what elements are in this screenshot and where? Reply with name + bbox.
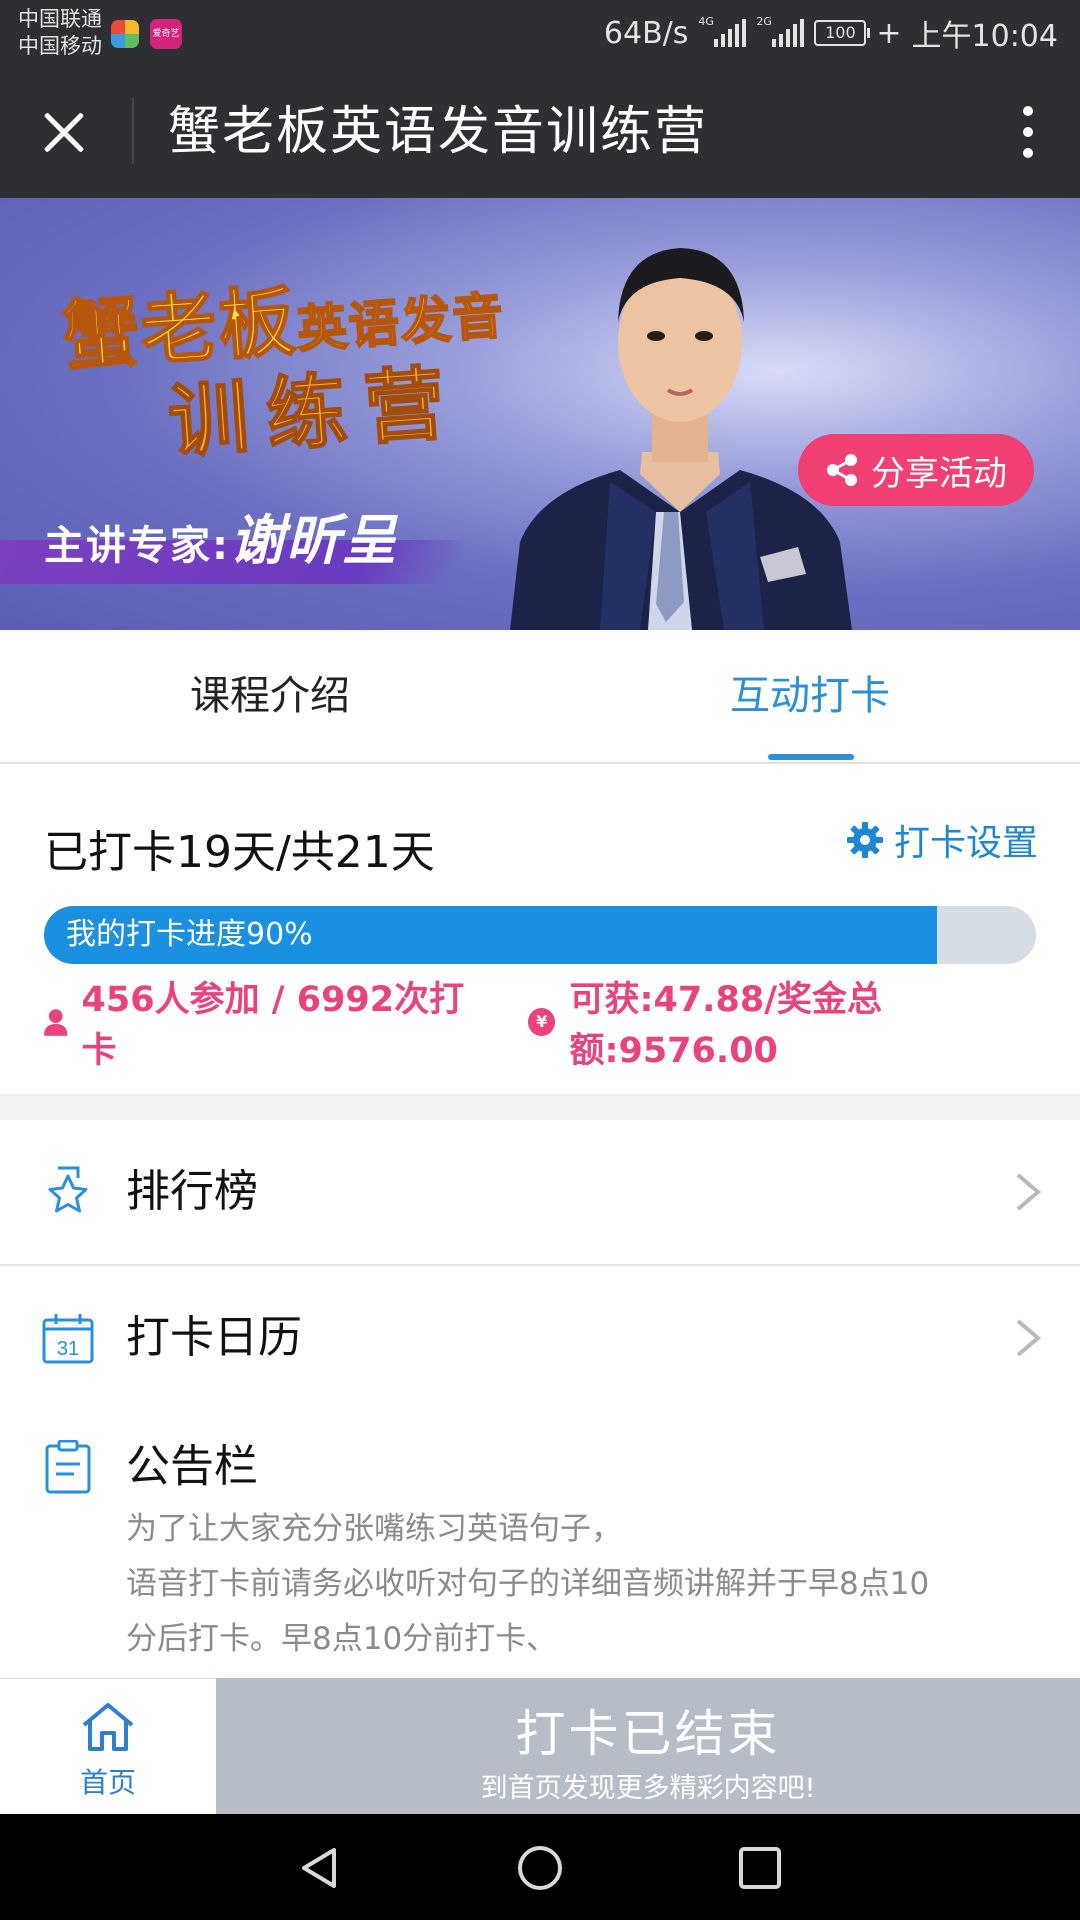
system-nav-bar <box>0 1814 1080 1920</box>
banner-expert: 主讲专家:谢昕呈 <box>44 508 398 572</box>
title-bar: 蟹老板英语发音训练营 <box>0 66 1080 198</box>
home-icon <box>82 1703 134 1751</box>
checkin-stats: 456人参加 / 6992次打卡 ¥ 可获:47.88/奖金总额:9576.00 <box>44 980 1080 1071</box>
person-icon <box>44 1009 68 1036</box>
clipboard-icon <box>45 1440 91 1494</box>
more-options-icon[interactable] <box>1010 104 1046 160</box>
charging-plus-icon: + <box>876 15 902 51</box>
battery-icon: 100 <box>814 20 871 46</box>
title-divider <box>132 98 134 164</box>
checkin-ended-subtitle: 到首页发现更多精彩内容吧! <box>480 1773 816 1804</box>
clock: 上午10:04 <box>911 19 1058 54</box>
home-button[interactable]: 首页 <box>0 1678 216 1815</box>
progress-label: 我的打卡进度90% <box>66 917 313 952</box>
coin-icon: ¥ <box>528 1008 556 1036</box>
net-speed: 64B/s <box>603 15 689 51</box>
bonus-stat: ¥ 可获:47.88/奖金总额:9576.00 <box>528 971 1080 1073</box>
checkin-settings-button[interactable]: 打卡设置 <box>846 814 1038 866</box>
notice-line: 为了让大家充分张嘴练习英语句子， <box>126 1511 622 1547</box>
close-icon[interactable] <box>36 104 92 160</box>
checkin-progress-bar: 我的打卡进度90% <box>44 906 1036 964</box>
gear-icon <box>846 822 883 858</box>
bottom-bar: 首页 打卡已结束 到首页发现更多精彩内容吧! <box>0 1678 1080 1815</box>
carrier-names: 中国联通 中国移动 <box>18 6 102 60</box>
share-activity-button[interactable]: 分享活动 <box>798 434 1034 506</box>
banner-title-line2: 训练营 <box>165 355 467 470</box>
home-circle-icon[interactable] <box>516 1844 564 1892</box>
carrier-1: 中国联通 <box>18 7 102 31</box>
status-right: 64B/s 4G 2G 100 + 上午10:04 <box>604 10 1058 56</box>
page-title: 蟹老板英语发音训练营 <box>168 102 709 162</box>
participants-stat: 456人参加 / 6992次打卡 <box>44 971 491 1073</box>
signal-2g-icon: 2G <box>756 15 805 47</box>
checkin-calendar-label: 打卡日历 <box>126 1312 302 1363</box>
checkin-days-count: 已打卡19天/共21天 <box>44 827 435 878</box>
instructor-portrait-image <box>510 248 852 630</box>
checkin-ended-title: 打卡已结束 <box>515 1705 781 1763</box>
share-icon <box>827 454 857 486</box>
status-bar: 中国联通 中国移动 爱奇艺 64B/s 4G 2G 100 + 上午10:04 <box>0 0 1080 66</box>
calendar-icon-number: 31 <box>57 1338 79 1360</box>
recent-apps-icon[interactable] <box>736 1844 784 1892</box>
carrier-2: 中国移动 <box>18 34 102 58</box>
checkin-calendar-row[interactable]: 31 打卡日历 <box>0 1266 1080 1412</box>
course-banner: 蟹老板英语发音 训练营 主讲专家:谢昕呈 分享活动 <box>0 198 1080 630</box>
chevron-right-icon <box>1016 1173 1042 1211</box>
active-tab-indicator <box>768 754 854 760</box>
notice-body: 为了让大家充分张嘴练习英语句子， 语音打卡前请务必收听对句子的详细音频讲解并于早… <box>126 1502 1006 1667</box>
back-icon[interactable] <box>296 1844 344 1892</box>
checkin-summary: 已打卡19天/共21天 打卡设置 我的打卡进度90% 456人参加 / 6992… <box>0 764 1080 1094</box>
notice-line: 语音打卡前请务必收听对句子的详细音频讲解并于早8点10 <box>126 1566 930 1602</box>
notice-title: 公告栏 <box>126 1441 258 1492</box>
signal-4g-icon: 4G <box>698 15 747 47</box>
notice-line: 分后打卡。早8点10分前打卡、 <box>126 1621 558 1657</box>
chevron-right-icon <box>1016 1319 1042 1357</box>
tab-course-intro[interactable]: 课程介绍 <box>0 630 540 762</box>
section-separator <box>0 1094 1080 1120</box>
checkin-ended-button[interactable]: 打卡已结束 到首页发现更多精彩内容吧! <box>216 1678 1080 1814</box>
aiqiyi-badge-icon: 爱奇艺 <box>150 19 182 49</box>
leaderboard-row[interactable]: 排行榜 <box>0 1120 1080 1266</box>
app-notification-icon <box>111 20 139 48</box>
tab-bar: 课程介绍 互动打卡 <box>0 630 1080 764</box>
calendar-icon: 31 <box>42 1314 94 1364</box>
star-bookmark-icon <box>48 1166 88 1213</box>
tab-interactive-checkin[interactable]: 互动打卡 <box>540 630 1080 762</box>
home-label: 首页 <box>79 1766 136 1799</box>
notice-board: 公告栏 为了让大家充分张嘴练习英语句子， 语音打卡前请务必收听对句子的详细音频讲… <box>0 1410 1080 1678</box>
leaderboard-label: 排行榜 <box>126 1166 258 1217</box>
